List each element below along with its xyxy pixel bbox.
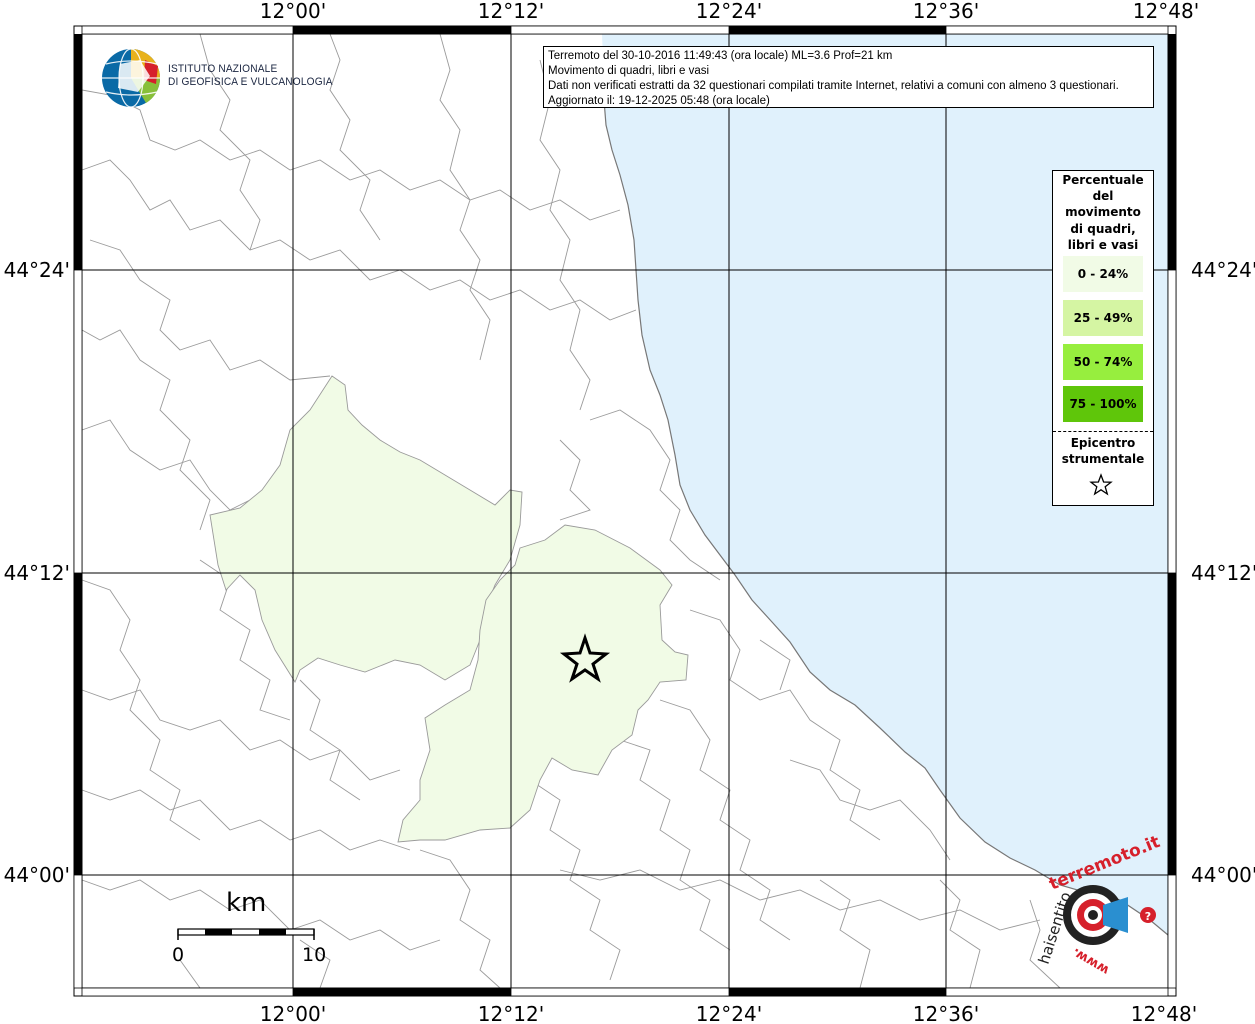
lat-label-left-4400: 44°00': [4, 863, 70, 887]
legend-label: 0 - 24%: [1077, 267, 1129, 281]
legend-label: 50 - 74%: [1073, 355, 1133, 369]
legend-title-line: Percentuale: [1062, 173, 1144, 187]
legend-epicenter-label: Epicentro strumentale: [1053, 435, 1153, 467]
info-line-data-note: Dati non verificati estratti da 32 quest…: [548, 80, 1119, 92]
svg-text:?: ?: [1145, 910, 1151, 923]
legend-divider: [1053, 431, 1153, 432]
lat-label-left-4412: 44°12': [4, 561, 70, 585]
legend-title-line: del: [1092, 189, 1114, 204]
info-line-event: Terremoto del 30-10-2016 11:49:43 (ora l…: [548, 50, 893, 62]
legend: Percentuale del movimento di quadri, lib…: [1052, 170, 1154, 506]
lon-label-top-1200: 12°00': [260, 0, 326, 23]
lat-label-right-4400: 44°00': [1191, 863, 1255, 887]
legend-title: Percentuale del movimento di quadri, lib…: [1053, 171, 1153, 253]
legend-swatch-0-24: 0 - 24%: [1063, 256, 1143, 292]
scale-min-label: 0: [172, 944, 185, 966]
legend-label: 75 - 100%: [1069, 397, 1137, 411]
lon-label-top-1248: 12°48': [1133, 0, 1199, 23]
lon-label-bottom-1236: 12°36': [913, 1002, 979, 1024]
ingv-logo-text: ISTITUTO NAZIONALE DI GEOFISICA E VULCAN…: [168, 63, 333, 89]
lon-label-top-1212: 12°12': [478, 0, 544, 23]
legend-swatch-75-100: 75 - 100%: [1063, 386, 1143, 422]
legend-swatch-50-74: 50 - 74%: [1063, 344, 1143, 380]
logo-line-2: DI GEOFISICA E VULCANOLOGIA: [168, 76, 333, 88]
star-outline-icon: [1089, 473, 1113, 496]
logo-line-1: ISTITUTO NAZIONALE: [168, 63, 278, 75]
info-line-parameter: Movimento di quadri, libri e vasi: [548, 65, 710, 77]
legend-epicenter-line: Epicentro: [1070, 436, 1136, 450]
legend-title-line: movimento: [1065, 205, 1141, 220]
lat-label-right-4424: 44°24': [1191, 258, 1255, 282]
lon-label-bottom-1200: 12°00': [260, 1002, 326, 1024]
intensity-map: 12°00' 12°12' 12°24' 12°36' 12°48' 12°00…: [4, 0, 1255, 1024]
scale-unit-label: km: [226, 888, 267, 918]
legend-epicenter-line: strumentale: [1061, 452, 1145, 466]
legend-label: 25 - 49%: [1073, 311, 1133, 325]
lon-label-top-1236: 12°36': [913, 0, 979, 23]
event-info-box: Terremoto del 30-10-2016 11:49:43 (ora l…: [543, 46, 1154, 108]
lon-label-bottom-1224: 12°24': [696, 1002, 762, 1024]
lon-label-top-1224: 12°24': [696, 0, 762, 23]
scale-max-label: 10: [302, 944, 327, 966]
lat-label-right-4412: 44°12': [1191, 561, 1255, 585]
lat-label-left-4424: 44°24': [4, 258, 70, 282]
lon-label-bottom-1212: 12°12': [478, 1002, 544, 1024]
info-line-updated: Aggiornato il: 19-12-2025 05:48 (ora loc…: [548, 95, 770, 107]
ingv-globe-icon: [102, 48, 161, 108]
legend-title-line: libri e vasi: [1067, 237, 1139, 252]
legend-swatch-25-49: 25 - 49%: [1063, 300, 1143, 336]
legend-title-line: di quadri,: [1070, 221, 1136, 236]
lon-label-bottom-1248: 12°48': [1131, 1002, 1197, 1024]
